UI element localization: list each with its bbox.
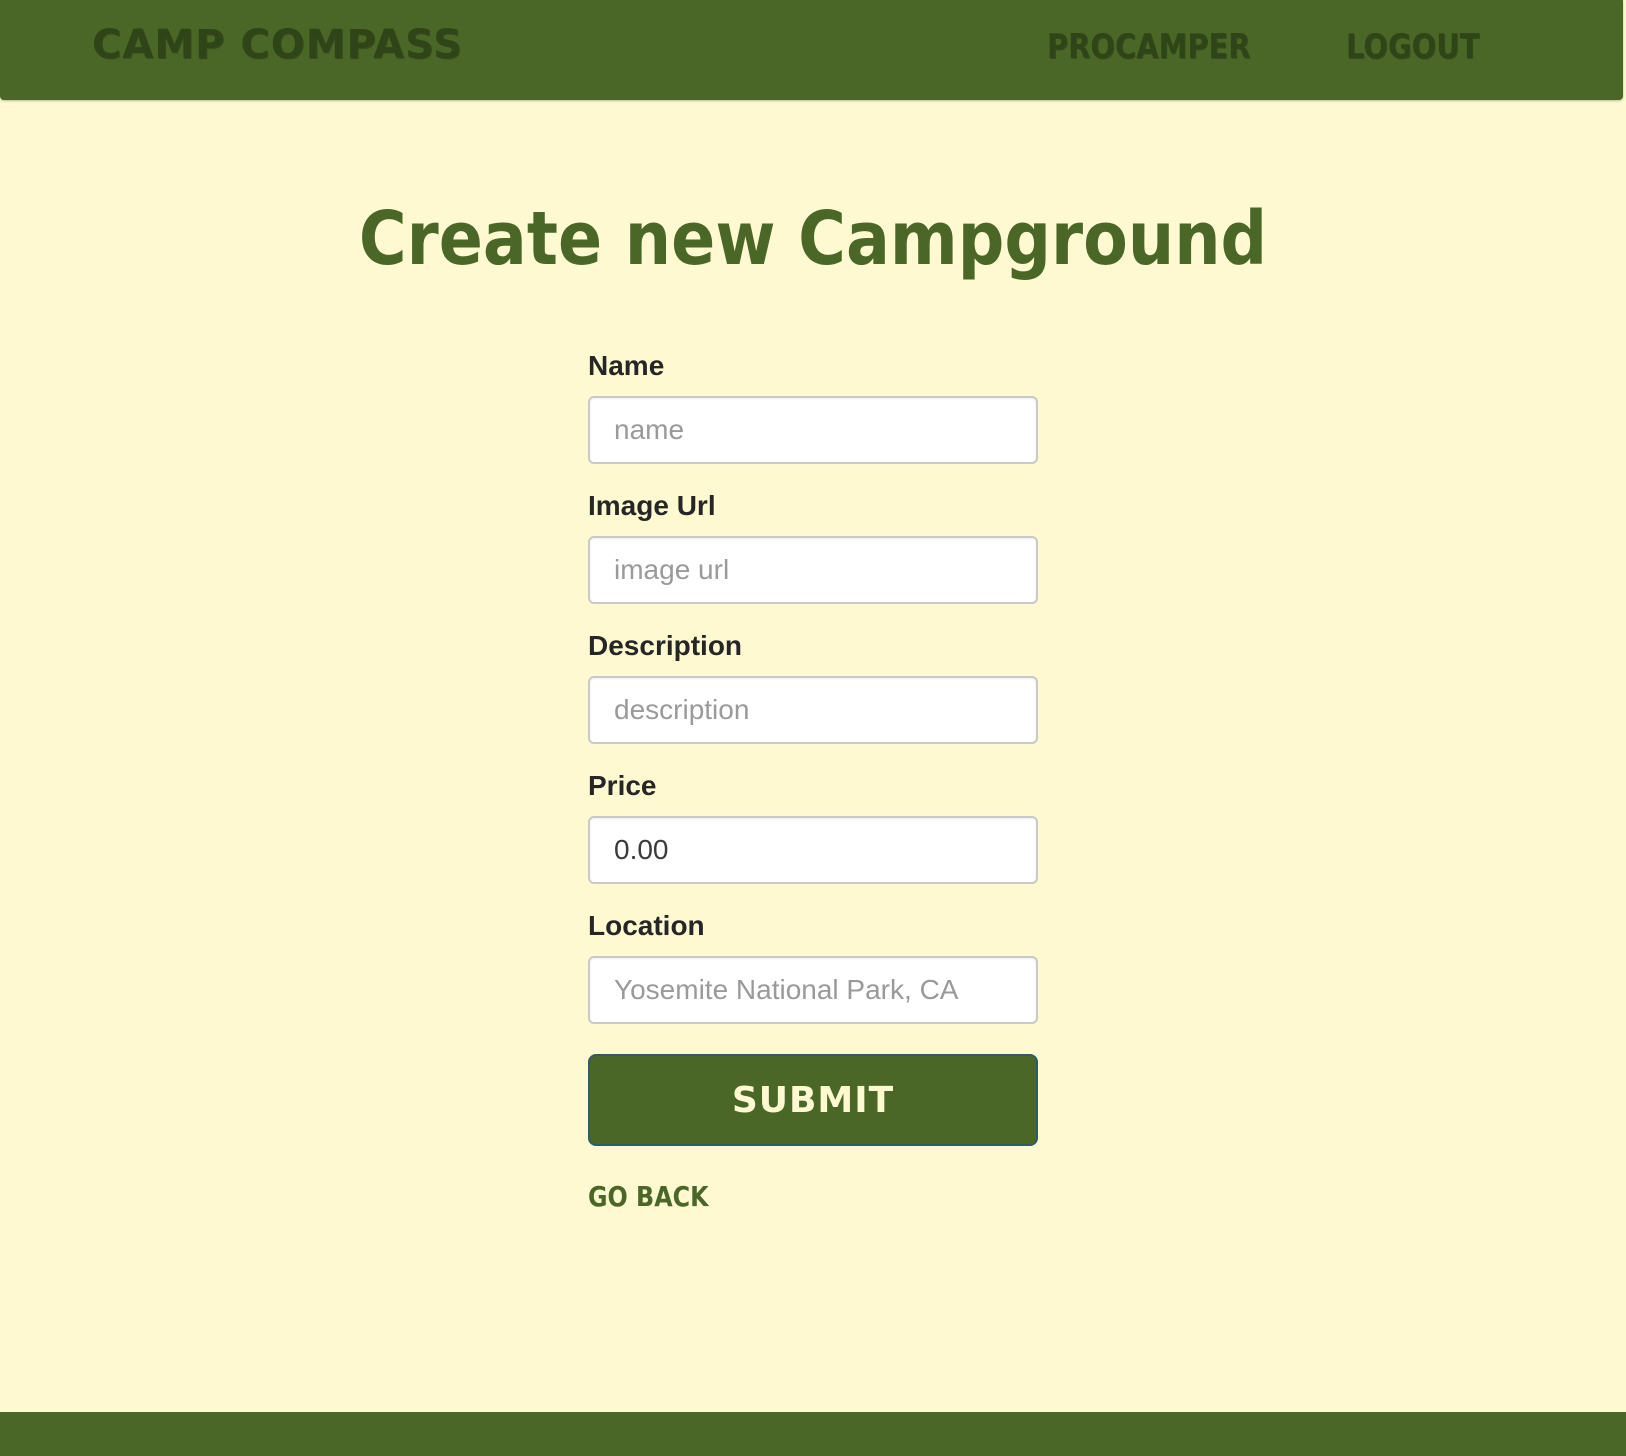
image-url-input[interactable] — [588, 536, 1038, 604]
price-input[interactable] — [588, 816, 1038, 884]
description-input[interactable] — [588, 676, 1038, 744]
top-navbar: CAMP COMPASS PROCAMPER LOGOUT — [0, 0, 1623, 100]
price-label: Price — [588, 770, 657, 801]
footer-bar — [0, 1412, 1626, 1456]
brand-logo[interactable]: CAMP COMPASS — [92, 22, 463, 68]
description-label: Description — [588, 630, 743, 661]
image-url-field-group: Image Url — [588, 490, 1038, 604]
nav-links: PROCAMPER LOGOUT — [1047, 27, 1503, 67]
go-back-link[interactable]: GO BACK — [588, 1180, 709, 1213]
location-label: Location — [588, 910, 705, 941]
name-input[interactable] — [588, 396, 1038, 464]
location-field-group: Location — [588, 910, 1038, 1024]
page-title: Create new Campground — [358, 196, 1268, 282]
location-input[interactable] — [588, 956, 1038, 1024]
create-campground-form: Name Image Url Description Price Locatio… — [588, 350, 1038, 1213]
price-field-group: Price — [588, 770, 1038, 884]
name-field-group: Name — [588, 350, 1038, 464]
nav-link-logout[interactable]: LOGOUT — [1346, 27, 1479, 67]
image-url-label: Image Url — [588, 490, 716, 521]
description-field-group: Description — [588, 630, 1038, 744]
submit-button[interactable]: SUBMIT — [588, 1054, 1038, 1146]
nav-link-procamper[interactable]: PROCAMPER — [1047, 27, 1251, 67]
name-label: Name — [588, 350, 665, 381]
